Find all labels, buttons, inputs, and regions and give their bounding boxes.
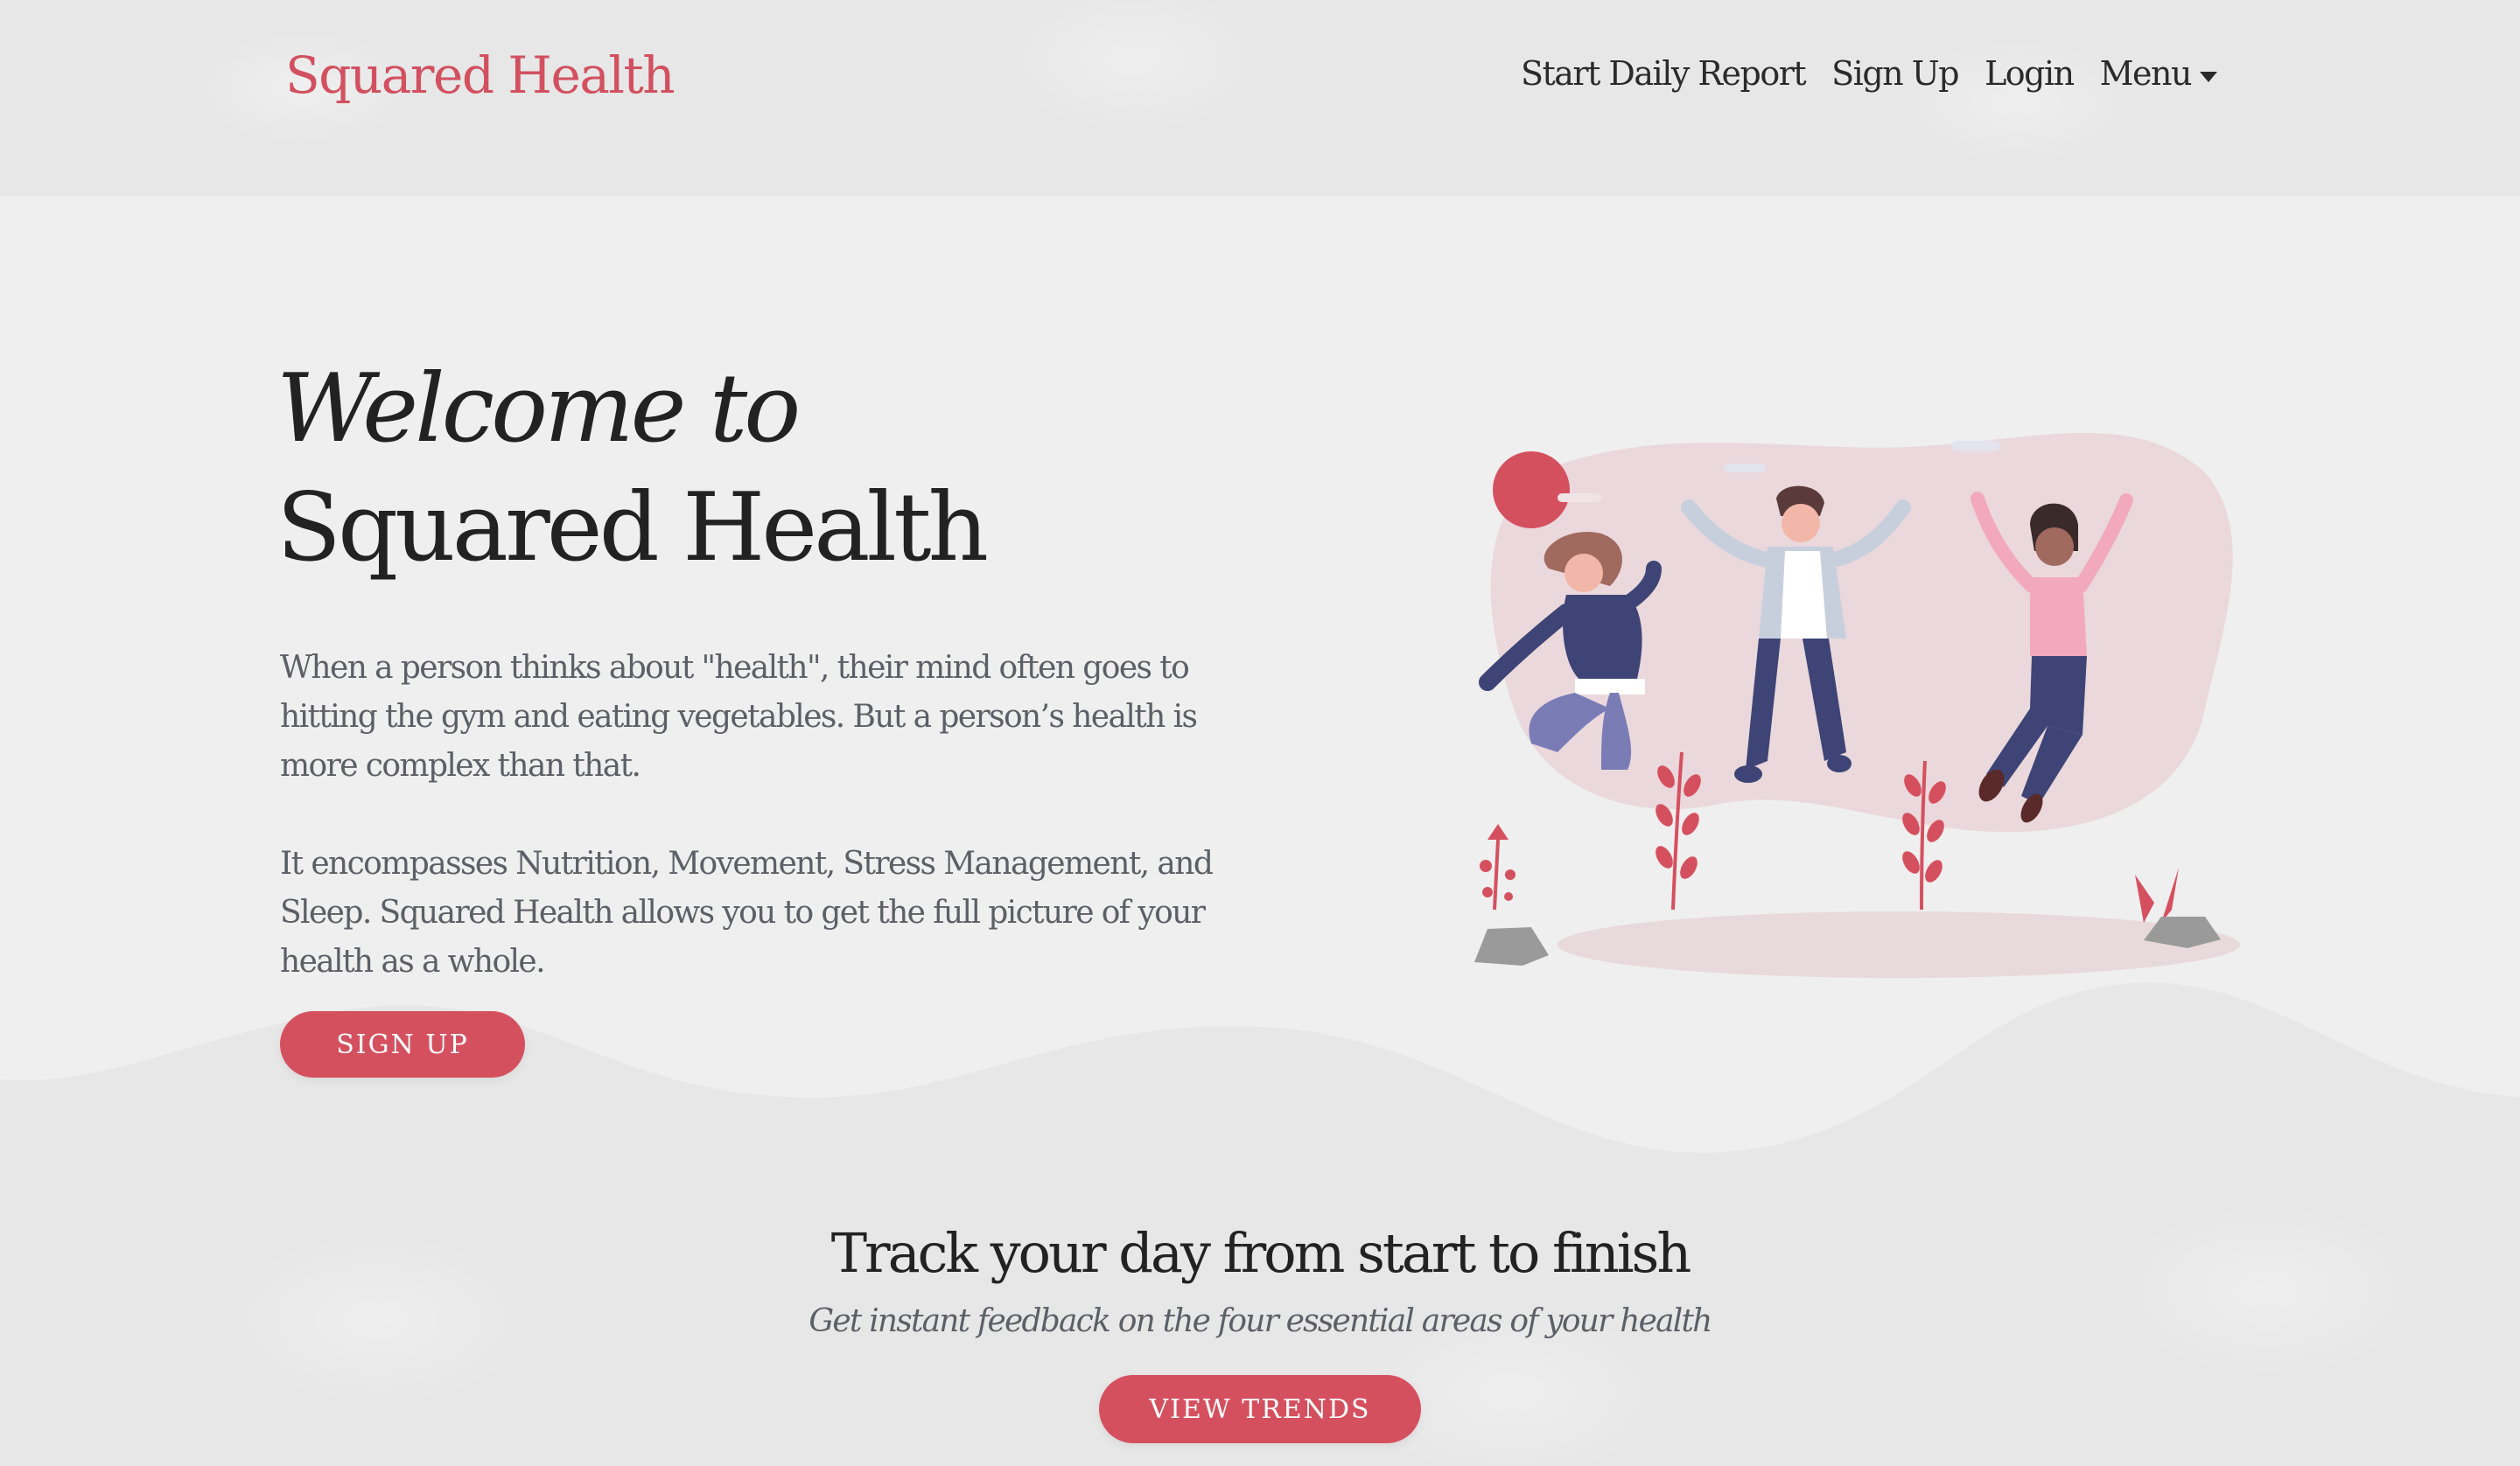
caret-down-icon xyxy=(2200,71,2217,82)
track-section-title: Track your day from start to finish xyxy=(830,1221,1692,1285)
hero-title: Welcome to Squared Health xyxy=(276,350,1239,588)
plant-center-right xyxy=(1902,760,1946,911)
navbar: Squared Health Start Daily Report Sign U… xyxy=(0,0,2520,196)
plant-left xyxy=(1480,824,1516,911)
main-nav: Start Daily Report Sign Up Login Menu xyxy=(1521,54,2217,93)
brand-logo-link[interactable]: Squared Health xyxy=(285,45,676,105)
plant-right xyxy=(2135,868,2179,923)
nav-login[interactable]: Login xyxy=(1984,54,2075,93)
hero-title-line2: Squared Health xyxy=(276,473,989,583)
rock-left xyxy=(1474,927,1549,966)
hero-paragraph-2: It encompasses Nutrition, Movement, Stre… xyxy=(280,846,1214,980)
jumping-people-illustration xyxy=(1474,433,2240,978)
nav-sign-up[interactable]: Sign Up xyxy=(1831,54,1959,93)
track-section-subtitle: Get instant feedback on the four essenti… xyxy=(808,1303,1712,1339)
sign-up-button[interactable]: Sign up xyxy=(280,1011,525,1078)
view-trends-button[interactable]: View Trends xyxy=(1099,1375,1421,1443)
hero-paragraph-1: When a person thinks about "health", the… xyxy=(280,650,1198,784)
hero-title-line1: Welcome to xyxy=(276,354,801,464)
nav-start-daily-report[interactable]: Start Daily Report xyxy=(1521,54,1807,93)
sun-shape xyxy=(1493,451,1570,528)
nav-menu-dropdown[interactable]: Menu xyxy=(2100,54,2217,93)
nav-menu-label: Menu xyxy=(2099,54,2193,93)
